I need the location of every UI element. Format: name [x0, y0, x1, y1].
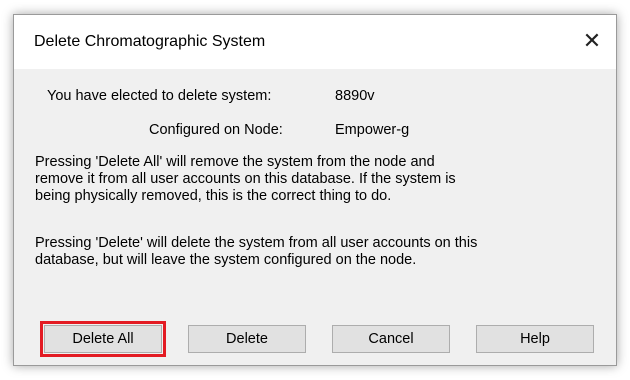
delete-all-description: Pressing 'Delete All' will remove the sy… — [35, 154, 456, 204]
delete-description: Pressing 'Delete' will delete the system… — [35, 235, 478, 268]
delete-button[interactable]: Delete — [188, 325, 306, 353]
delete-system-dialog: Delete Chromatographic System ✕ You have… — [13, 14, 617, 366]
system-value: 8890v — [335, 88, 375, 104]
help-button[interactable]: Help — [476, 325, 594, 353]
close-icon[interactable]: ✕ — [578, 27, 606, 55]
system-label: You have elected to delete system: — [47, 88, 272, 104]
delete-all-button[interactable]: Delete All — [40, 321, 166, 357]
node-value: Empower-g — [335, 122, 410, 138]
dialog-titlebar: Delete Chromatographic System ✕ — [14, 15, 616, 69]
dialog-title: Delete Chromatographic System — [34, 33, 266, 50]
node-label: Configured on Node: — [149, 122, 283, 138]
cancel-button[interactable]: Cancel — [332, 325, 450, 353]
